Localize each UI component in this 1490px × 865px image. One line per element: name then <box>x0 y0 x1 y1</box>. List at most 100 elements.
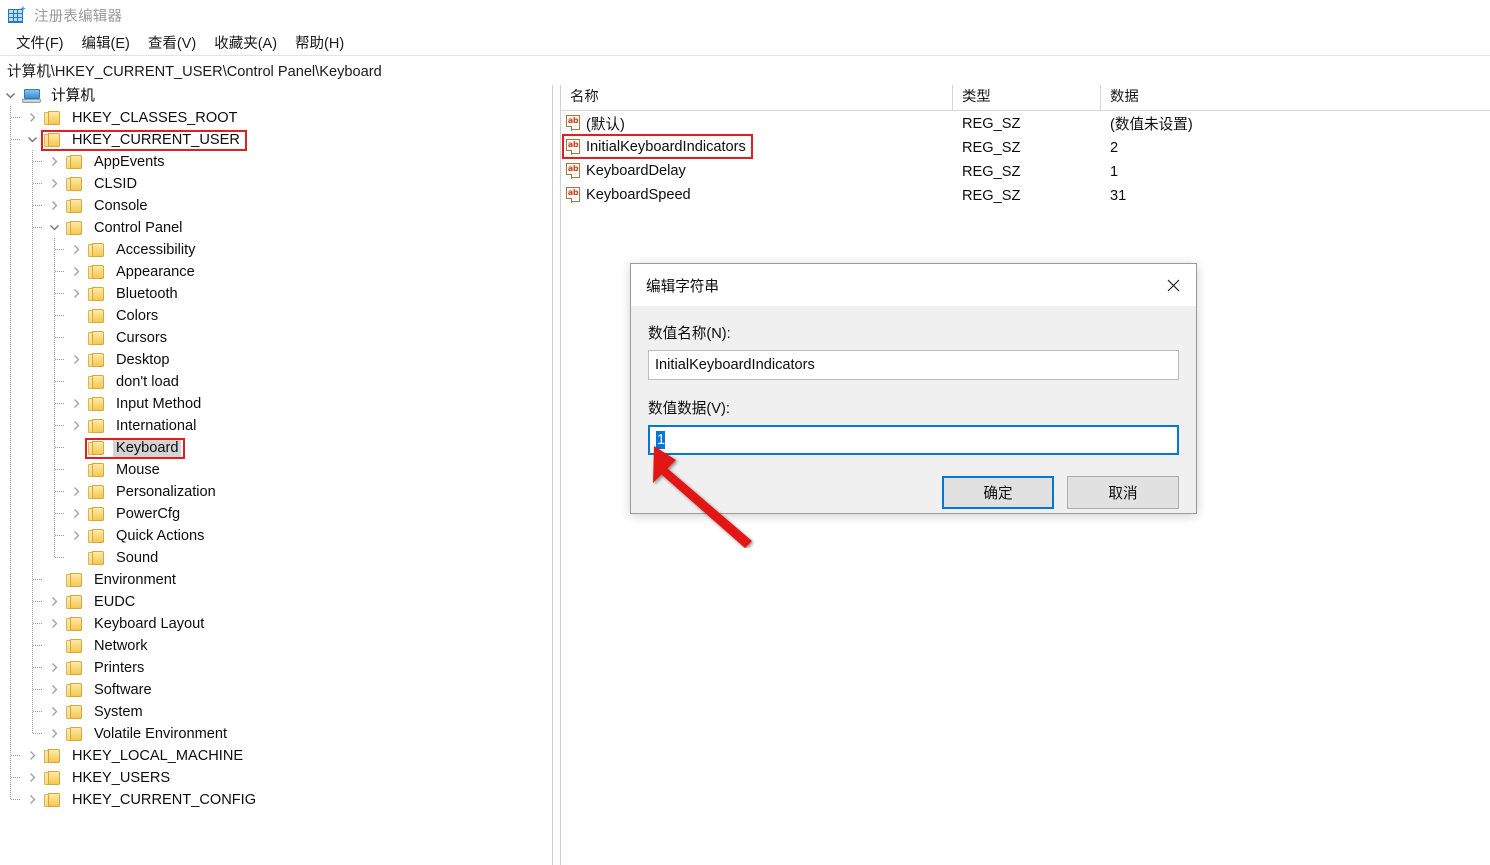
chevron-right-icon[interactable] <box>49 596 60 607</box>
tree-twisty[interactable] <box>44 151 66 173</box>
tree-twisty[interactable] <box>66 525 88 547</box>
tree-twisty[interactable] <box>66 283 88 305</box>
table-row[interactable]: ab KeyboardDelay REG_SZ 1 <box>561 159 1490 183</box>
tree-twisty[interactable] <box>22 745 44 767</box>
tree-twisty[interactable] <box>44 701 66 723</box>
chevron-right-icon[interactable] <box>71 354 82 365</box>
chevron-right-icon[interactable] <box>71 486 82 497</box>
tree-twisty[interactable] <box>44 679 66 701</box>
tree-twisty[interactable] <box>44 591 66 613</box>
tree-twisty[interactable] <box>66 503 88 525</box>
tree-item-personalization[interactable]: Personalization <box>0 480 552 503</box>
close-icon[interactable] <box>1150 264 1196 306</box>
pane-splitter[interactable] <box>552 85 561 865</box>
tree-item-mouse[interactable]: Mouse <box>0 458 552 481</box>
tree-item-keyboard-layout[interactable]: Keyboard Layout <box>0 612 552 635</box>
tree-twisty[interactable] <box>66 239 88 261</box>
tree-item-hkey-local-machine[interactable]: HKEY_LOCAL_MACHINE <box>0 744 552 767</box>
chevron-down-icon[interactable] <box>27 134 38 145</box>
tree-item-input-method[interactable]: Input Method <box>0 392 552 415</box>
chevron-right-icon[interactable] <box>49 684 60 695</box>
chevron-down-icon[interactable] <box>5 90 16 101</box>
chevron-right-icon[interactable] <box>71 508 82 519</box>
chevron-right-icon[interactable] <box>71 420 82 431</box>
value-name-input[interactable]: InitialKeyboardIndicators <box>648 350 1179 380</box>
tree-item-desktop[interactable]: Desktop <box>0 348 552 371</box>
cancel-button[interactable]: 取消 <box>1067 476 1179 509</box>
tree-item-clsid[interactable]: CLSID <box>0 172 552 195</box>
tree-item-hkey-classes-root[interactable]: HKEY_CLASSES_ROOT <box>0 106 552 129</box>
menu-view[interactable]: 查看(V) <box>139 30 205 56</box>
tree-item-system[interactable]: System <box>0 700 552 723</box>
chevron-right-icon[interactable] <box>49 728 60 739</box>
menu-edit[interactable]: 编辑(E) <box>73 30 139 56</box>
chevron-right-icon[interactable] <box>49 200 60 211</box>
tree-twisty[interactable] <box>66 261 88 283</box>
tree-twisty[interactable] <box>44 613 66 635</box>
tree-item-hkey-current-user[interactable]: HKEY_CURRENT_USER <box>0 128 552 151</box>
tree-twisty[interactable] <box>66 481 88 503</box>
tree-item-quick-actions[interactable]: Quick Actions <box>0 524 552 547</box>
tree-twisty[interactable] <box>66 393 88 415</box>
tree-twisty[interactable] <box>44 723 66 745</box>
tree-item-console[interactable]: Console <box>0 194 552 217</box>
tree-item-eudc[interactable]: EUDC <box>0 590 552 613</box>
chevron-right-icon[interactable] <box>71 398 82 409</box>
chevron-right-icon[interactable] <box>49 662 60 673</box>
tree-item-network[interactable]: Network <box>0 634 552 657</box>
registry-tree-pane[interactable]: 计算机 HKEY_CLASSES_ROOT HKEY_CURRENT_USER App… <box>0 85 552 865</box>
tree-item-keyboard[interactable]: Keyboard <box>0 436 552 459</box>
chevron-right-icon[interactable] <box>71 244 82 255</box>
value-data-input[interactable]: 1 <box>648 425 1179 455</box>
tree-item-printers[interactable]: Printers <box>0 656 552 679</box>
table-row[interactable]: ab InitialKeyboardIndicators REG_SZ 2 <box>561 135 1490 159</box>
tree-item-hkey-users[interactable]: HKEY_USERS <box>0 766 552 789</box>
chevron-right-icon[interactable] <box>71 288 82 299</box>
tree-twisty[interactable] <box>22 767 44 789</box>
tree-item-appearance[interactable]: Appearance <box>0 260 552 283</box>
tree-item-accessibility[interactable]: Accessibility <box>0 238 552 261</box>
column-name[interactable]: 名称 <box>561 85 953 110</box>
tree-twisty[interactable] <box>44 195 66 217</box>
chevron-right-icon[interactable] <box>49 156 60 167</box>
tree-item-control-panel[interactable]: Control Panel <box>0 216 552 239</box>
tree-twisty[interactable] <box>0 85 22 107</box>
tree-item-software[interactable]: Software <box>0 678 552 701</box>
column-data[interactable]: 数据 <box>1101 85 1490 110</box>
tree-twisty[interactable] <box>66 415 88 437</box>
tree-item-colors[interactable]: Colors <box>0 304 552 327</box>
chevron-right-icon[interactable] <box>49 178 60 189</box>
menu-favorites[interactable]: 收藏夹(A) <box>205 30 286 56</box>
menu-file[interactable]: 文件(F) <box>7 30 73 56</box>
tree-twisty[interactable] <box>22 789 44 811</box>
menu-help[interactable]: 帮助(H) <box>286 30 353 56</box>
chevron-right-icon[interactable] <box>71 530 82 541</box>
chevron-right-icon[interactable] <box>49 706 60 717</box>
chevron-right-icon[interactable] <box>71 266 82 277</box>
chevron-right-icon[interactable] <box>27 794 38 805</box>
tree-item-international[interactable]: International <box>0 414 552 437</box>
ok-button[interactable]: 确定 <box>942 476 1054 509</box>
tree-item-appevents[interactable]: AppEvents <box>0 150 552 173</box>
tree-item-hkey-current-config[interactable]: HKEY_CURRENT_CONFIG <box>0 788 552 811</box>
chevron-right-icon[interactable] <box>27 112 38 123</box>
tree-item-volatile-environment[interactable]: Volatile Environment <box>0 722 552 745</box>
tree-item-bluetooth[interactable]: Bluetooth <box>0 282 552 305</box>
tree-item-sound[interactable]: Sound <box>0 546 552 569</box>
table-row[interactable]: ab KeyboardSpeed REG_SZ 31 <box>561 183 1490 207</box>
tree-twisty[interactable] <box>22 107 44 129</box>
tree-twisty[interactable] <box>44 173 66 195</box>
tree-twisty[interactable] <box>66 349 88 371</box>
chevron-right-icon[interactable] <box>27 750 38 761</box>
chevron-down-icon[interactable] <box>49 222 60 233</box>
address-bar[interactable]: 计算机\HKEY_CURRENT_USER\Control Panel\Keyb… <box>0 56 1490 86</box>
chevron-right-icon[interactable] <box>27 772 38 783</box>
chevron-right-icon[interactable] <box>49 618 60 629</box>
table-row[interactable]: ab (默认) REG_SZ (数值未设置) <box>561 111 1490 135</box>
tree-twisty[interactable] <box>44 657 66 679</box>
tree-item-don-t-load[interactable]: don't load <box>0 370 552 393</box>
column-type[interactable]: 类型 <box>953 85 1101 110</box>
tree-item-[interactable]: 计算机 <box>0 85 552 107</box>
tree-twisty[interactable] <box>44 217 66 239</box>
tree-item-powercfg[interactable]: PowerCfg <box>0 502 552 525</box>
